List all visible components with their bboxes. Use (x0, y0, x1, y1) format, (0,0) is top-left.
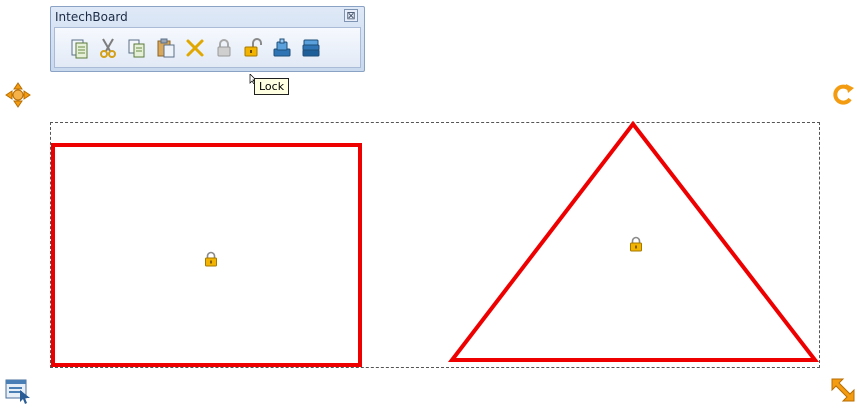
drawing-canvas (51, 120, 820, 367)
shape-lock-icon (630, 236, 642, 252)
shape-lock-icon (205, 251, 217, 267)
